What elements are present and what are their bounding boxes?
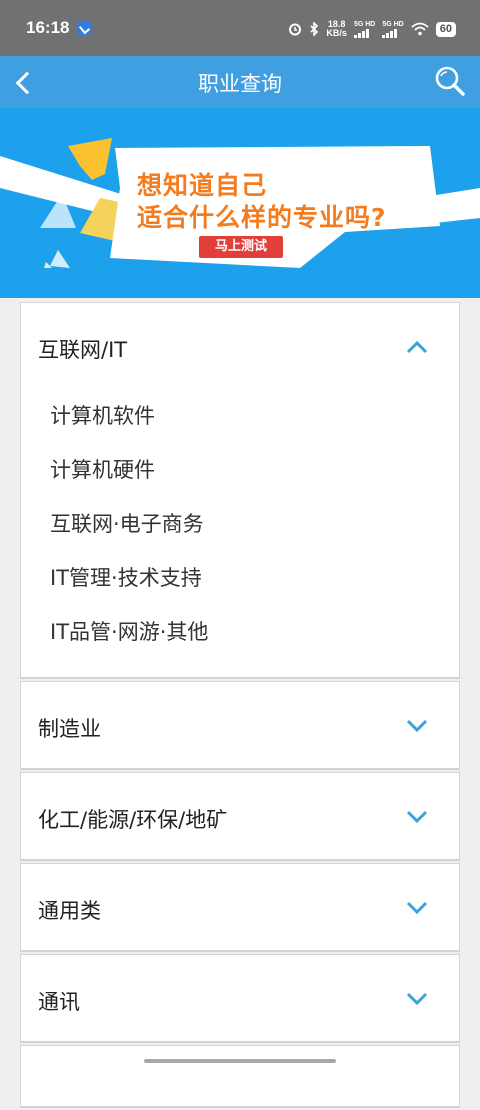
- category-label: 化工/能源/环保/地矿: [38, 808, 228, 832]
- category-card-chemical-energy: 化工/能源/环保/地矿: [20, 772, 460, 861]
- page-title: 职业查询: [198, 72, 282, 96]
- category-card-telecom: 通讯: [20, 954, 460, 1043]
- category-card-internet-it: 互联网/IT 计算机软件 计算机硬件 互联网·电子商务 IT管理·技术支持 IT…: [20, 302, 460, 679]
- category-header[interactable]: 通用类: [21, 864, 459, 950]
- status-bar: 16:18 18.8 KB/s 5G HD 5G HD 60: [0, 0, 480, 56]
- search-button[interactable]: [432, 64, 468, 100]
- chevron-down-icon: [406, 901, 428, 915]
- wifi-icon: [411, 22, 429, 36]
- bluetooth-icon: [310, 22, 319, 36]
- signal-sim1: 5G HD: [353, 21, 375, 38]
- subcategory-item[interactable]: 计算机硬件: [21, 443, 459, 497]
- quiz-banner[interactable]: 想知道自己 适合什么样的专业吗? 马上测试: [0, 108, 480, 298]
- banner-headline-line2: 适合什么样的专业吗?: [137, 203, 387, 232]
- gesture-bar[interactable]: [144, 1059, 336, 1063]
- battery-indicator: 60: [435, 21, 456, 37]
- category-label: 通讯: [38, 990, 80, 1014]
- category-label: 互联网/IT: [38, 338, 128, 362]
- category-list: 互联网/IT 计算机软件 计算机硬件 互联网·电子商务 IT管理·技术支持 IT…: [20, 302, 460, 1110]
- category-header[interactable]: 化工/能源/环保/地矿: [21, 773, 459, 859]
- subcategory-item[interactable]: IT品管·网游·其他: [21, 605, 459, 659]
- category-card-manufacturing: 制造业: [20, 681, 460, 770]
- category-label: 制造业: [38, 717, 101, 741]
- category-label: 通用类: [38, 899, 101, 923]
- status-icons: 18.8 KB/s 5G HD 5G HD 60: [288, 18, 456, 40]
- chevron-down-icon: [406, 810, 428, 824]
- signal-sim2: 5G HD: [382, 21, 404, 38]
- chevron-up-icon: [406, 340, 428, 354]
- alarm-icon: [289, 23, 302, 36]
- subcategory-item[interactable]: 计算机软件: [21, 389, 459, 443]
- subcategory-item[interactable]: IT管理·技术支持: [21, 551, 459, 605]
- status-time: 16:18: [26, 18, 70, 37]
- category-header[interactable]: 互联网/IT: [21, 303, 459, 389]
- chevron-down-icon: [406, 992, 428, 1006]
- app-header: 职业查询: [0, 56, 480, 108]
- category-header[interactable]: 制造业: [21, 682, 459, 768]
- network-speed: 18.8 KB/s: [326, 19, 347, 38]
- subcategory-item[interactable]: 互联网·电子商务: [21, 497, 459, 551]
- chevron-down-icon: [406, 719, 428, 733]
- banner-headline-line1: 想知道自己: [137, 171, 268, 200]
- start-test-button[interactable]: 马上测试: [199, 236, 283, 258]
- subcategory-list: 计算机软件 计算机硬件 互联网·电子商务 IT管理·技术支持 IT品管·网游·其…: [21, 389, 459, 677]
- search-icon: [435, 66, 465, 96]
- signal-bars-icon: [353, 28, 369, 38]
- signal-bars-icon: [382, 28, 398, 38]
- category-card-partial[interactable]: [20, 1045, 460, 1108]
- category-card-general: 通用类: [20, 863, 460, 952]
- app-notification-icon: [77, 21, 91, 35]
- category-header[interactable]: 通讯: [21, 955, 459, 1041]
